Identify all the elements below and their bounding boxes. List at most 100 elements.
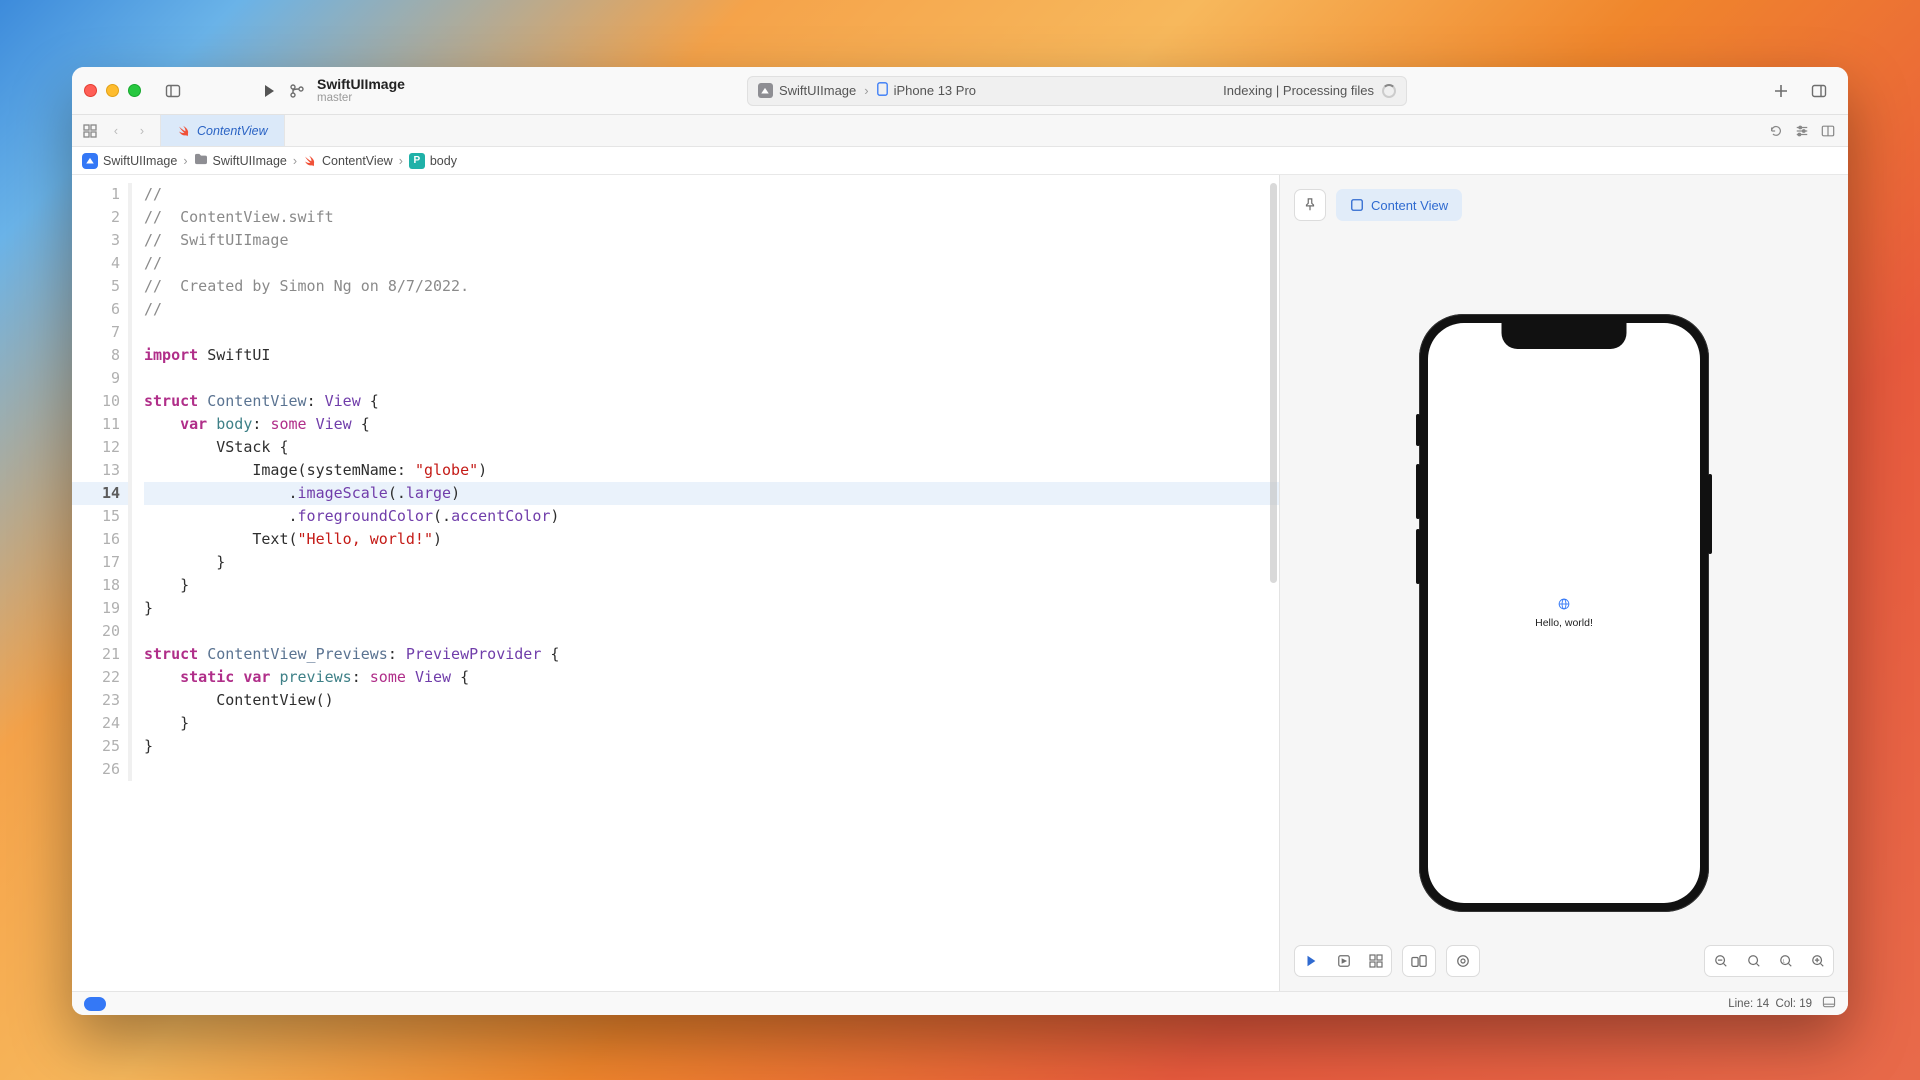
line-number: 26 <box>72 758 132 781</box>
line-number: 19 <box>72 597 132 620</box>
preview-settings-button[interactable] <box>1447 945 1479 977</box>
line-number: 24 <box>72 712 132 735</box>
selectable-preview-button[interactable] <box>1327 945 1359 977</box>
line-number: 23 <box>72 689 132 712</box>
code-line[interactable]: VStack { <box>144 436 1279 459</box>
status-bar: Line: 14 Col: 19 <box>72 991 1848 1015</box>
device-label: iPhone 13 Pro <box>894 83 976 98</box>
code-line[interactable]: } <box>144 597 1279 620</box>
line-number: 11 <box>72 413 132 436</box>
code-line[interactable]: var body: some View { <box>144 413 1279 436</box>
line-number: 8 <box>72 344 132 367</box>
scrollbar[interactable] <box>1270 183 1277 583</box>
code-line[interactable]: Image(systemName: "globe") <box>144 459 1279 482</box>
code-line[interactable]: static var previews: some View { <box>144 666 1279 689</box>
zoom-in-button[interactable] <box>1801 945 1833 977</box>
tab-contentview[interactable]: ContentView <box>161 115 285 146</box>
code-line[interactable]: struct ContentView_Previews: PreviewProv… <box>144 643 1279 666</box>
line-number: 13 <box>72 459 132 482</box>
line-number: 3 <box>72 229 132 252</box>
code-editor-pane[interactable]: 1234567891011121314151617181920212223242… <box>72 175 1280 991</box>
refresh-button[interactable] <box>1764 119 1788 143</box>
zoom-fit-button[interactable] <box>1737 945 1769 977</box>
toggle-inspector-button[interactable] <box>1805 77 1833 105</box>
property-icon: P <box>409 153 425 169</box>
code-line[interactable] <box>144 620 1279 643</box>
spinner-icon <box>1382 84 1396 98</box>
jump-symbol-label: body <box>430 154 457 168</box>
code-line[interactable] <box>144 758 1279 781</box>
line-number: 4 <box>72 252 132 275</box>
code-line[interactable]: } <box>144 712 1279 735</box>
filter-indicator[interactable] <box>84 997 106 1011</box>
line-number: 7 <box>72 321 132 344</box>
code-line[interactable]: // SwiftUIImage <box>144 229 1279 252</box>
line-number: 16 <box>72 528 132 551</box>
nav-back-button[interactable]: ‹ <box>104 119 128 143</box>
code-line[interactable]: } <box>144 551 1279 574</box>
minimap-toggle-button[interactable] <box>1822 996 1836 1011</box>
code-line[interactable]: // Created by Simon Ng on 8/7/2022. <box>144 275 1279 298</box>
cursor-position-label: Line: 14 Col: 19 <box>1728 998 1812 1010</box>
pin-preview-button[interactable] <box>1294 189 1326 221</box>
activity-bar[interactable]: SwiftUIImage › iPhone 13 Pro Indexing | … <box>747 76 1407 106</box>
code-line[interactable]: .foregroundColor(.accentColor) <box>144 505 1279 528</box>
variants-button[interactable] <box>1359 945 1391 977</box>
project-name-label: SwiftUIImage <box>317 76 405 92</box>
minimize-button[interactable] <box>106 84 119 97</box>
code-line[interactable]: // <box>144 183 1279 206</box>
line-number: 25 <box>72 735 132 758</box>
zoom-group: 1 <box>1704 945 1834 977</box>
code-line[interactable]: } <box>144 735 1279 758</box>
zoom-out-button[interactable] <box>1705 945 1737 977</box>
device-settings-button[interactable] <box>1403 945 1435 977</box>
swift-icon <box>303 154 317 168</box>
folder-icon <box>194 153 208 168</box>
add-button[interactable] <box>1767 77 1795 105</box>
chevron-right-icon: › <box>397 154 405 168</box>
project-title[interactable]: SwiftUIImage master <box>317 76 405 105</box>
line-number-gutter: 1234567891011121314151617181920212223242… <box>72 175 132 991</box>
preview-canvas[interactable]: Hello, world! <box>1280 235 1848 991</box>
related-items-button[interactable] <box>78 119 102 143</box>
adjust-editor-button[interactable] <box>1790 119 1814 143</box>
code-line[interactable]: .imageScale(.large) <box>144 482 1279 505</box>
close-button[interactable] <box>84 84 97 97</box>
code-line[interactable]: struct ContentView: View { <box>144 390 1279 413</box>
code-line[interactable] <box>144 367 1279 390</box>
phone-frame: Hello, world! <box>1419 314 1709 912</box>
code-line[interactable]: Text("Hello, world!") <box>144 528 1279 551</box>
jump-file-label: ContentView <box>322 154 393 168</box>
preview-chip-label: Content View <box>1371 198 1448 213</box>
jump-bar[interactable]: SwiftUIImage › SwiftUIImage › ContentVie… <box>72 147 1848 175</box>
code-line[interactable]: import SwiftUI <box>144 344 1279 367</box>
nav-forward-button[interactable]: › <box>130 119 154 143</box>
tab-label: ContentView <box>197 124 268 138</box>
preview-selector[interactable]: Content View <box>1336 189 1462 221</box>
zoom-100-button[interactable]: 1 <box>1769 945 1801 977</box>
code-line[interactable] <box>144 321 1279 344</box>
line-number: 15 <box>72 505 132 528</box>
code-line[interactable]: } <box>144 574 1279 597</box>
notch <box>1502 323 1627 349</box>
preview-mode-group <box>1294 945 1392 977</box>
code-line[interactable]: // <box>144 252 1279 275</box>
line-number: 12 <box>72 436 132 459</box>
live-preview-button[interactable] <box>1295 945 1327 977</box>
code-line[interactable]: // ContentView.swift <box>144 206 1279 229</box>
toolbar: SwiftUIImage master SwiftUIImage › iPhon… <box>72 67 1848 115</box>
app-icon <box>82 153 98 169</box>
scheme-label: SwiftUIImage <box>779 83 856 98</box>
run-button[interactable] <box>255 77 283 105</box>
source-control-button[interactable] <box>283 77 311 105</box>
line-number: 2 <box>72 206 132 229</box>
toggle-navigator-button[interactable] <box>159 77 187 105</box>
jump-group-label: SwiftUIImage <box>213 154 287 168</box>
code-editor[interactable]: //// ContentView.swift// SwiftUIImage///… <box>132 175 1279 991</box>
line-number: 1 <box>72 183 132 206</box>
zoom-button[interactable] <box>128 84 141 97</box>
code-line[interactable]: // <box>144 298 1279 321</box>
code-line[interactable]: ContentView() <box>144 689 1279 712</box>
add-editor-button[interactable] <box>1816 119 1840 143</box>
hello-world-label: Hello, world! <box>1535 617 1593 629</box>
